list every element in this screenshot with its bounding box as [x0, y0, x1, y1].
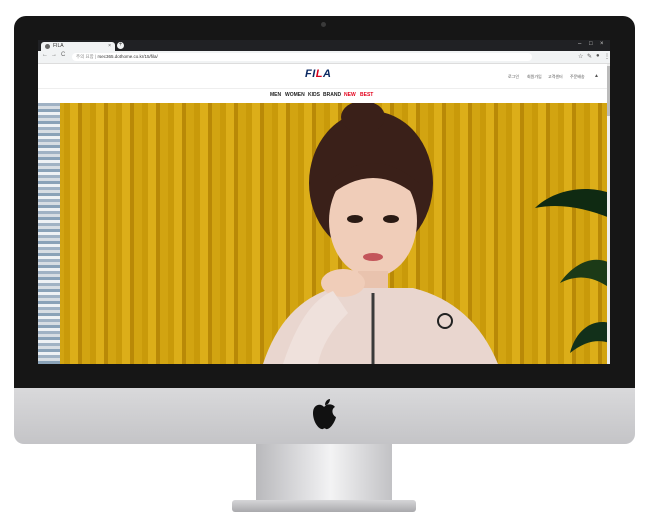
apple-logo-icon — [313, 399, 336, 430]
star-icon[interactable]: ☆ — [578, 53, 583, 60]
nav-women[interactable]: WOMEN — [285, 92, 305, 98]
minimize-button[interactable]: – — [578, 41, 581, 47]
back-button[interactable]: ← — [42, 52, 48, 58]
logo-text: FILA — [305, 68, 332, 80]
fila-logo[interactable]: FILA — [305, 68, 331, 80]
address-bar[interactable]: 주의 요함 | rsec365.dothome.co.kr/15/fila/ — [72, 53, 532, 61]
security-warning-label: 주의 요함 — [76, 54, 94, 59]
order-link[interactable]: 주문배송 — [570, 74, 585, 80]
site-header: FILA 로그인 회원가입 고객센터 주문배송 ▲ — [38, 64, 610, 88]
scrollbar-thumb[interactable] — [607, 66, 610, 116]
new-tab-button[interactable]: + — [117, 42, 124, 49]
nav-kids[interactable]: KIDS — [308, 92, 320, 98]
imac-stand-base — [232, 500, 416, 512]
imac-stand — [256, 444, 392, 504]
hero-banner[interactable]: top — [38, 103, 610, 364]
nav-new[interactable]: NEW — [344, 92, 356, 98]
signup-link[interactable]: 회원가입 — [527, 74, 542, 80]
support-link[interactable]: 고객센터 — [548, 74, 563, 80]
bag-icon[interactable]: ▲ — [594, 73, 599, 79]
tab-bar: FILA × + – □ × — [38, 40, 610, 51]
menu-icon[interactable]: ⋮ — [604, 53, 610, 60]
forward-button[interactable]: → — [51, 52, 57, 58]
maximize-button[interactable]: □ — [589, 41, 593, 47]
pen-icon[interactable]: ✎ — [587, 53, 592, 60]
nav-brand[interactable]: BRAND — [323, 92, 341, 98]
camera-icon — [321, 22, 326, 27]
tab-close-icon[interactable]: × — [108, 43, 111, 49]
nav-men[interactable]: MEN — [270, 92, 281, 98]
tab-title: FILA — [53, 43, 64, 49]
scrollbar[interactable] — [607, 64, 610, 364]
url-text: rsec365.dothome.co.kr/15/fila/ — [97, 54, 158, 59]
nav-best[interactable]: BEST — [360, 92, 373, 98]
address-toolbar: ← → C 주의 요함 | rsec365.dothome.co.kr/15/f… — [38, 51, 610, 64]
browser-screen: FILA × + – □ × ← → C 주의 요함 | rsec365.dot… — [38, 40, 610, 364]
plant-leaves — [535, 188, 610, 353]
close-window-button[interactable]: × — [600, 41, 604, 47]
tab-fila[interactable]: FILA × — [41, 42, 115, 51]
main-nav: MEN WOMEN KIDS BRAND NEW BEST — [38, 88, 610, 104]
favicon-icon — [45, 44, 50, 49]
reload-button[interactable]: C — [61, 52, 65, 58]
account-icon[interactable]: ● — [596, 53, 600, 59]
login-link[interactable]: 로그인 — [508, 74, 519, 80]
model-photo — [263, 103, 498, 364]
sparkle-curtain — [38, 103, 60, 364]
